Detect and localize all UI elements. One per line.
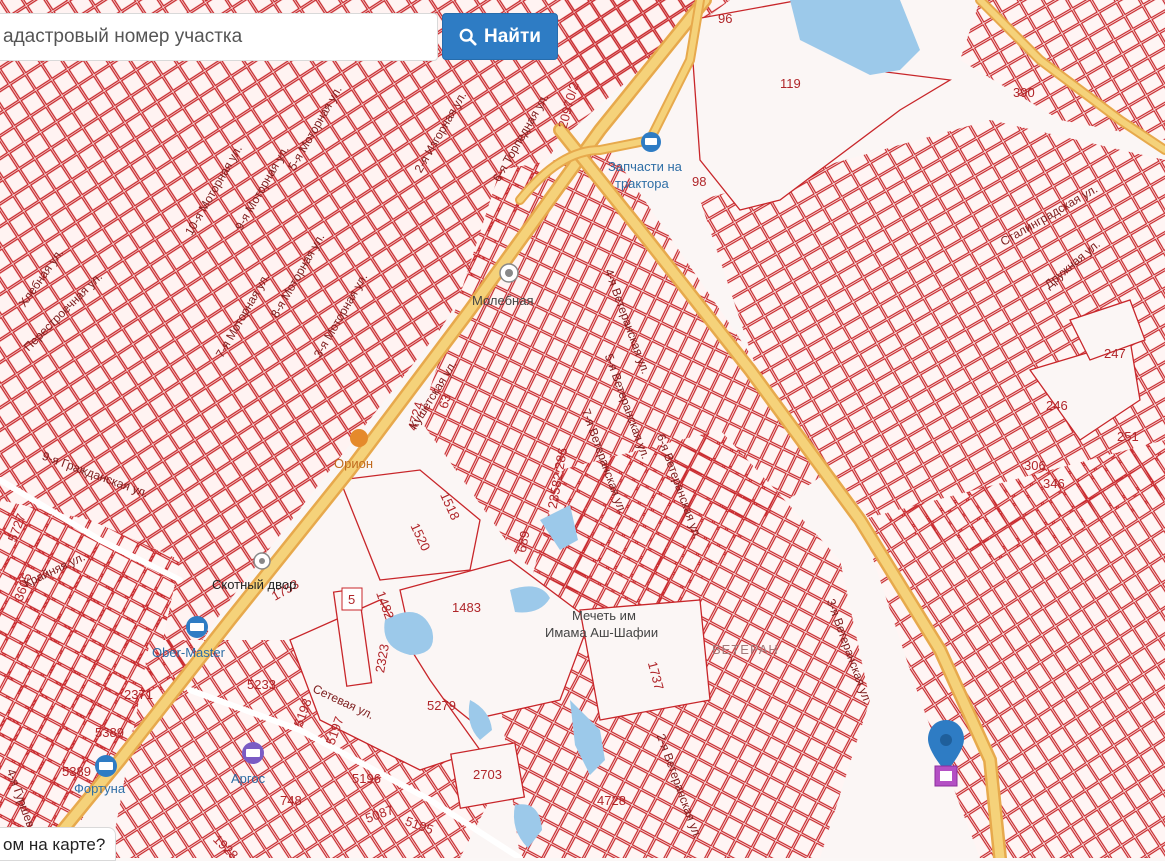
svg-text:5: 5 — [348, 592, 355, 607]
svg-text:Скотный двор: Скотный двор — [212, 577, 296, 592]
svg-text:ВЕТЕРАН: ВЕТЕРАН — [712, 642, 779, 657]
svg-text:Аргос: Аргос — [231, 771, 266, 786]
svg-text:2371: 2371 — [124, 687, 153, 702]
svg-text:5389: 5389 — [95, 725, 124, 740]
svg-text:306: 306 — [1024, 458, 1046, 473]
svg-text:119: 119 — [780, 76, 801, 91]
cadastral-map[interactable]: 119 98 390 247 246 251 306 346 1518 1520… — [0, 0, 1165, 858]
svg-text:4728: 4728 — [597, 793, 626, 808]
svg-text:390: 390 — [1013, 85, 1035, 100]
svg-text:251: 251 — [1117, 429, 1139, 444]
svg-text:5389: 5389 — [62, 764, 91, 779]
svg-text:5233: 5233 — [247, 677, 276, 692]
svg-text:247: 247 — [1104, 346, 1126, 361]
svg-text:Молебная: Молебная — [472, 293, 533, 308]
svg-text:Имама Аш-Шафии: Имама Аш-Шафии — [545, 625, 658, 640]
svg-text:Мечеть им: Мечеть им — [572, 608, 636, 623]
svg-text:трактора: трактора — [615, 176, 670, 191]
svg-text:Орион: Орион — [334, 456, 373, 471]
search-icon — [459, 28, 477, 46]
svg-text:748: 748 — [280, 793, 302, 808]
svg-text:5279: 5279 — [427, 698, 456, 713]
find-button-label: Найти — [484, 25, 541, 47]
svg-text:96: 96 — [718, 11, 732, 26]
svg-text:2703: 2703 — [473, 767, 502, 782]
svg-text:Запчасти на: Запчасти на — [608, 159, 683, 174]
cadastral-search-input[interactable] — [0, 14, 437, 60]
find-button[interactable]: Найти — [442, 13, 558, 60]
svg-text:346: 346 — [1043, 476, 1065, 491]
svg-text:Фортуна: Фортуна — [74, 781, 126, 796]
svg-text:Ober-Master: Ober-Master — [152, 645, 226, 660]
help-prompt[interactable]: ом на карте? — [0, 827, 117, 861]
search-box[interactable] — [0, 13, 438, 61]
svg-text:1483: 1483 — [452, 600, 481, 615]
svg-text:246: 246 — [1046, 398, 1068, 413]
help-prompt-text: ом на карте? — [3, 835, 106, 854]
svg-text:98: 98 — [692, 174, 706, 189]
svg-text:5196: 5196 — [352, 771, 381, 786]
